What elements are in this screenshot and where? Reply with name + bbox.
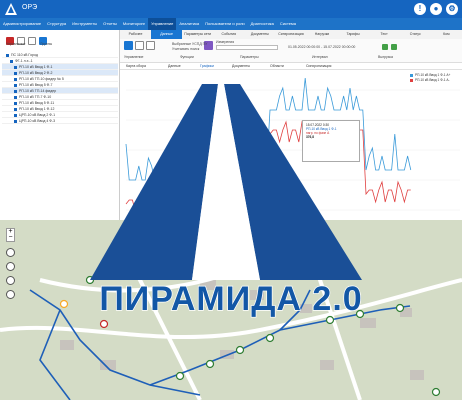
main-menu: Администрирование Структура Инструменты Отч…: [0, 18, 462, 30]
menu-item[interactable]: Пользователи и роли: [202, 18, 248, 30]
grid-icon[interactable]: [135, 41, 144, 50]
tree-item-label: РП-10 кВ Ввод 2 Ф-2: [19, 71, 53, 75]
tree-item-label: РП-10 кВ ТП-7 Ф-10: [19, 95, 52, 99]
user-icon[interactable]: ●: [430, 3, 442, 15]
map-info-icon[interactable]: [6, 290, 15, 299]
subtab-item[interactable]: Документы: [232, 64, 250, 68]
map-measure-icon[interactable]: [6, 276, 15, 285]
device-icon: [14, 77, 17, 81]
tree-item-label: ЦРП-10 кВ Ввод 4 Ф-3: [19, 119, 56, 123]
export-csv-icon[interactable]: [391, 44, 397, 50]
menu-item[interactable]: Система: [277, 18, 299, 30]
device-select[interactable]: [216, 45, 278, 50]
device-icon: [14, 107, 17, 111]
notification-icon[interactable]: !: [414, 3, 426, 15]
device-icon: [14, 65, 17, 69]
menu-item[interactable]: Отчеты: [100, 18, 120, 30]
chart-legend: РП-10 кВ Ввод 1 Ф-1 А+ РП-10 кВ Ввод 1 Ф…: [410, 73, 460, 83]
tab-item[interactable]: Данные: [151, 30, 183, 39]
left-header-control[interactable]: Управление: [6, 42, 25, 46]
device-icon: [14, 113, 17, 117]
left-header: Управление Группы: [6, 42, 116, 46]
refresh-icon[interactable]: [124, 41, 133, 50]
subtab-item[interactable]: Карта сбора: [126, 64, 146, 68]
tree-item-label: ЦРП-10 кВ Ввод 2 Ф-1: [19, 113, 56, 117]
brand-pyramid-logo: [90, 84, 362, 280]
menu-item[interactable]: Мониторинг: [120, 18, 148, 30]
app-logo-icon: [5, 3, 17, 15]
toolbar-label-interval: Интервал: [312, 55, 328, 59]
device-icon: [14, 83, 17, 87]
brand-logo-text: ПИРАМИДА 2.0: [99, 280, 363, 318]
tab-item[interactable]: Ком: [431, 30, 462, 39]
legend-item-a-minus: РП-10 кВ Ввод 1 Ф-1 А-: [410, 78, 460, 82]
tab-item[interactable]: События: [213, 30, 244, 39]
toolbar-label-functions: Функции: [180, 55, 194, 59]
export-excel-icon[interactable]: [382, 44, 388, 50]
device-icon: [14, 89, 17, 93]
check-search[interactable]: Учитывать поиск: [172, 47, 199, 51]
device-icon: [14, 119, 17, 123]
tree-item-label: ФГ-1 л.э.-1: [15, 59, 33, 63]
menu-item[interactable]: Аналитика: [176, 18, 202, 30]
range-input[interactable]: 01.05.2022 00:00:00 - 15.07.2022 00:00:0…: [288, 45, 355, 49]
tree-item-label: РП-10 кВ Ввод 1 Ф-12: [19, 107, 55, 111]
device-icon: [14, 95, 17, 99]
subtab-item[interactable]: Синхронизация: [306, 64, 331, 68]
tree-item-label: РП-10 кВ Ввод 5 Ф-7: [19, 83, 53, 87]
zoom-control[interactable]: + −: [6, 228, 15, 242]
menu-item[interactable]: Управление: [148, 18, 177, 30]
left-header-groups[interactable]: Группы: [40, 42, 52, 46]
tab-item[interactable]: Тест: [369, 30, 400, 39]
tab-item[interactable]: Документы: [244, 30, 275, 39]
tab-item[interactable]: Статус: [400, 30, 431, 39]
subtab-item[interactable]: Графики: [200, 64, 214, 68]
check-selected[interactable]: Выбранные УСПД ПУ: [172, 42, 207, 46]
tree-item-label: РП-10 кВ ТП-10 фидер № 5: [19, 77, 64, 81]
sub-tabs: Карта сбора Данные Графики Документы Области…: [120, 63, 462, 70]
map-layers-icon[interactable]: [6, 262, 15, 271]
top-tabs: Рабочее Данные Параметры сети События Докуме…: [120, 30, 462, 39]
tab-item[interactable]: Синхронизация: [275, 30, 306, 39]
device-icon: [10, 59, 13, 63]
tree-item-label: РП-10 кВ ТП-14 фидер: [19, 89, 57, 93]
map-home-icon[interactable]: [6, 248, 15, 257]
title-bar: ОРЭ ! ● ⚙: [0, 0, 462, 18]
tab-item[interactable]: Параметры сети: [182, 30, 213, 39]
tree-item-label: РП-10 кВ Ввод 5 Ф-11: [19, 101, 55, 105]
toolbar-label-params: Параметры: [240, 55, 259, 59]
tab-item[interactable]: Рабочее: [120, 30, 151, 39]
device-icon: [6, 53, 9, 57]
toolbar-label-export: Выгрузка: [378, 55, 393, 59]
device-icon: [14, 101, 17, 105]
subtab-item[interactable]: Области: [270, 64, 284, 68]
menu-item[interactable]: Диагностика: [248, 18, 277, 30]
chart-icon[interactable]: [146, 41, 155, 50]
device-icon: [14, 71, 17, 75]
settings-icon[interactable]: ⚙: [446, 3, 458, 15]
toolbar-label-control: Управление: [124, 55, 144, 59]
device-label: Измерения: [216, 40, 235, 44]
tab-item[interactable]: Тарифы: [338, 30, 369, 39]
app-window: ОРЭ ! ● ⚙ Администрирование Структура Инст…: [0, 0, 462, 400]
legend-item-a-plus: РП-10 кВ Ввод 1 Ф-1 А+: [410, 73, 460, 77]
menu-item[interactable]: Администрирование: [0, 18, 44, 30]
tree-item-label: РП-10 кВ Ввод 1 Ф-1: [19, 65, 53, 69]
menu-item[interactable]: Структура: [44, 18, 69, 30]
menu-item[interactable]: Инструменты: [69, 18, 100, 30]
subtab-item[interactable]: Данные: [168, 64, 181, 68]
tab-item[interactable]: Нагрузки: [306, 30, 337, 39]
data-toolbar: Выбранные УСПД ПУ Учитывать поиск Измере…: [120, 39, 462, 63]
app-title: ОРЭ: [22, 4, 38, 11]
tree-item-label: ПС 110 кВ Город: [11, 53, 38, 57]
